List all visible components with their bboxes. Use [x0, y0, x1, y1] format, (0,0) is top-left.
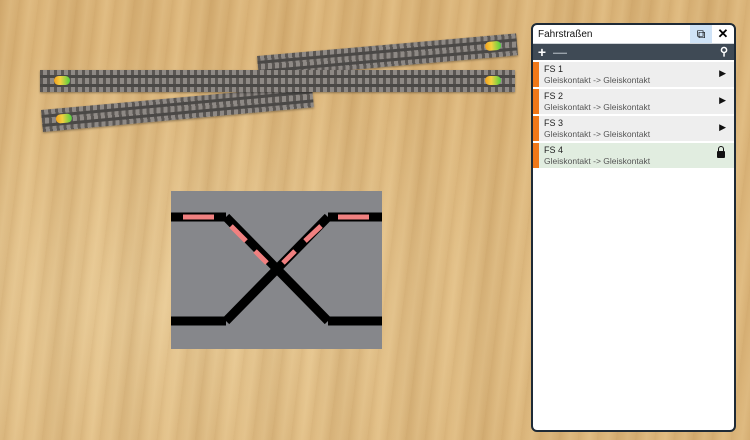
close-icon: ✕: [717, 26, 729, 41]
play-icon[interactable]: ▶: [719, 122, 726, 133]
route-name: FS 1: [544, 64, 564, 74]
route-description: Gleiskontakt -> Gleiskontakt: [544, 102, 651, 112]
routes-panel: Fahrstraßen ⧉ ✕ + — ⚲ FS 1 Gleiskontakt …: [531, 23, 736, 432]
track-lower-diagonal[interactable]: [41, 85, 314, 132]
crossing-switch-board[interactable]: [171, 191, 382, 349]
route-name: FS 4: [544, 145, 564, 155]
play-icon[interactable]: ▶: [719, 95, 726, 106]
signal-icon[interactable]: [485, 76, 501, 85]
add-route-button[interactable]: +: [533, 44, 551, 60]
popout-button[interactable]: ⧉: [690, 25, 712, 43]
search-button[interactable]: ⚲: [714, 44, 734, 60]
crossing-diagram: [171, 212, 382, 326]
close-button[interactable]: ✕: [712, 25, 734, 43]
signal-icon[interactable]: [55, 113, 73, 124]
route-description: Gleiskontakt -> Gleiskontakt: [544, 75, 651, 85]
route-description: Gleiskontakt -> Gleiskontakt: [544, 129, 651, 139]
signal-icon[interactable]: [54, 76, 70, 85]
route-item-fs3[interactable]: FS 3 Gleiskontakt -> Gleiskontakt ▶: [533, 116, 734, 141]
panel-title: Fahrstraßen: [538, 28, 593, 40]
route-item-fs4[interactable]: FS 4 Gleiskontakt -> Gleiskontakt: [533, 143, 734, 168]
route-name: FS 2: [544, 91, 564, 101]
signal-icon[interactable]: [484, 40, 502, 52]
search-icon: ⚲: [719, 46, 729, 58]
track-straight[interactable]: [40, 70, 515, 92]
remove-route-button[interactable]: —: [551, 44, 569, 60]
route-description: Gleiskontakt -> Gleiskontakt: [544, 156, 651, 166]
popout-icon: ⧉: [696, 26, 706, 41]
panel-header: Fahrstraßen ⧉ ✕: [533, 25, 734, 44]
route-name: FS 3: [544, 118, 564, 128]
route-item-fs1[interactable]: FS 1 Gleiskontakt -> Gleiskontakt ▶: [533, 62, 734, 87]
panel-toolbar: + — ⚲: [533, 44, 734, 60]
lock-icon[interactable]: [717, 146, 725, 158]
route-item-fs2[interactable]: FS 2 Gleiskontakt -> Gleiskontakt ▶: [533, 89, 734, 114]
play-icon[interactable]: ▶: [719, 68, 726, 79]
